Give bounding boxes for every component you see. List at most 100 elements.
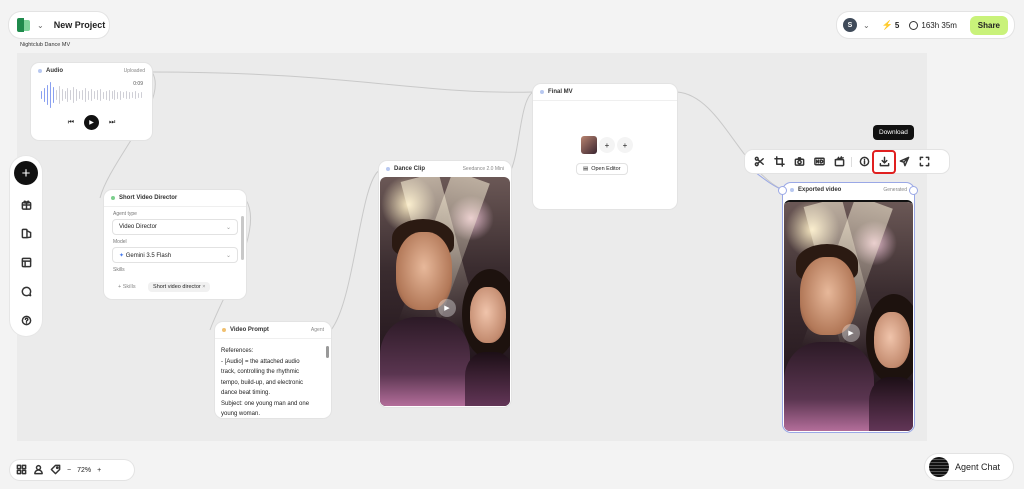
download-icon[interactable] <box>872 149 896 174</box>
dance-clip-video[interactable]: ▶ <box>380 177 510 406</box>
node-header: Audio Uploaded <box>31 63 152 79</box>
crop-icon[interactable] <box>769 152 789 172</box>
clock-icon <box>909 20 919 30</box>
waveform-bar <box>52 87 54 103</box>
waveform-bar <box>43 88 45 102</box>
exported-video-node[interactable]: Exported video Generated ▶ <box>783 183 914 432</box>
add-node-button[interactable]: + <box>14 161 38 185</box>
waveform-bar <box>85 88 86 102</box>
director-node[interactable]: Short Video Director Agent type Video Di… <box>104 190 246 299</box>
waveform-bar <box>135 91 136 99</box>
camera-icon[interactable] <box>789 152 809 172</box>
agent-chat-button[interactable]: Agent Chat <box>925 454 1013 480</box>
chevron-down-icon[interactable]: ⌄ <box>863 21 870 30</box>
add-skill-button[interactable]: + Skills <box>113 282 141 292</box>
open-editor-button[interactable]: ▤ Open Editor <box>576 163 628 175</box>
woman-dress <box>869 377 913 431</box>
assets-icon[interactable] <box>16 223 36 243</box>
hd-icon[interactable] <box>809 152 829 172</box>
man-face <box>800 257 856 335</box>
woman-face <box>874 312 910 368</box>
close-icon[interactable]: × <box>202 284 205 290</box>
status-dot <box>386 167 390 171</box>
waveform-bar <box>114 90 116 100</box>
agent-type-label: Agent type <box>113 211 137 217</box>
user-icon[interactable] <box>33 464 44 477</box>
waveform-bar <box>102 91 104 99</box>
waveform-bar <box>132 92 133 98</box>
waveform-bar <box>93 91 95 99</box>
audio-node[interactable]: Audio Uploaded 0:09 ⏮ ▶ ⏭ <box>31 63 152 140</box>
time-remaining-value: 163h 35m <box>921 20 957 30</box>
left-toolbar: + <box>10 156 42 336</box>
info-icon[interactable] <box>854 152 874 172</box>
add-clip-button[interactable]: + <box>617 137 633 153</box>
node-header: Dance Clip Seedance 2.0 Mini <box>379 161 511 177</box>
prompt-text[interactable]: References: - [Audio] = the attached aud… <box>215 344 331 418</box>
download-tooltip: Download <box>873 125 914 140</box>
audio-player-controls: ⏮ ▶ ⏭ <box>31 115 152 130</box>
node-title: Short Video Director <box>119 195 178 201</box>
help-icon[interactable] <box>16 310 36 330</box>
credits-badge[interactable]: ⚡ 5 <box>882 20 900 31</box>
skip-back-icon[interactable]: ⏮ <box>68 119 74 127</box>
clapper-icon[interactable] <box>829 152 849 172</box>
woman-face <box>470 287 506 343</box>
chevron-down-icon[interactable]: ⌄ <box>37 21 44 30</box>
waveform-bar <box>123 92 125 98</box>
output-handle[interactable] <box>909 186 918 195</box>
final-mv-node[interactable]: Final MV + + ▤ Open Editor <box>533 84 677 209</box>
add-clip-button[interactable]: + <box>599 137 615 153</box>
model-select[interactable]: ✦ Gemini 3.5 Flash ⌄ <box>112 247 238 263</box>
waveform-bar <box>49 82 51 108</box>
video-prompt-node[interactable]: Video Prompt Agent References: - [Audio]… <box>215 322 331 418</box>
scrollbar[interactable] <box>326 346 329 358</box>
play-button[interactable]: ▶ <box>84 115 99 130</box>
waveform-bar <box>99 89 101 101</box>
waveform-bar <box>67 88 69 102</box>
share-button[interactable]: Share <box>969 15 1008 35</box>
woman-dress <box>465 352 510 406</box>
model-label: Model <box>113 239 127 245</box>
avatar[interactable]: S <box>843 18 857 32</box>
waveform-bar <box>111 91 113 99</box>
gift-icon[interactable] <box>16 194 36 214</box>
waveform-bar <box>117 91 119 99</box>
man-face <box>396 232 452 310</box>
waveform-bar <box>41 91 42 99</box>
node-meta: Seedance 2.0 Mini <box>462 166 504 172</box>
project-title[interactable]: New Project <box>54 20 106 30</box>
node-header: Final MV <box>533 84 677 100</box>
input-handle[interactable] <box>778 186 787 195</box>
zoom-out-button[interactable]: − <box>67 467 71 474</box>
waveform-bar <box>129 91 131 99</box>
waveform-bar <box>55 90 57 100</box>
layout-icon[interactable] <box>16 252 36 272</box>
waveform-bar <box>108 89 110 101</box>
audio-timestamp: 0:09 <box>133 81 143 87</box>
waveform-bar <box>140 92 142 98</box>
send-icon[interactable] <box>894 152 914 172</box>
scissors-icon[interactable] <box>749 152 769 172</box>
fullscreen-icon[interactable] <box>914 152 934 172</box>
dance-clip-node[interactable]: Dance Clip Seedance 2.0 Mini ▶ <box>379 161 511 407</box>
credits-count: 5 <box>894 20 900 30</box>
node-title: Final MV <box>548 89 573 95</box>
agent-type-select[interactable]: Video Director ⌄ <box>112 219 238 235</box>
clip-thumbnail[interactable] <box>581 136 597 154</box>
chat-bubble-icon[interactable] <box>16 281 36 301</box>
skip-forward-icon[interactable]: ⏭ <box>109 119 115 127</box>
skill-chip[interactable]: Short video director × <box>148 282 211 292</box>
canvas-tag: Nightclub Dance MV <box>20 42 71 48</box>
node-title: Audio <box>46 68 63 74</box>
project-menu[interactable]: ⌄ New Project <box>9 12 109 38</box>
play-overlay-icon[interactable]: ▶ <box>438 299 456 317</box>
scrollbar[interactable] <box>241 216 244 260</box>
tag-icon[interactable] <box>50 464 61 477</box>
exported-video-player[interactable]: ▶ <box>784 200 913 431</box>
time-remaining: 163h 35m <box>909 20 957 30</box>
lightning-icon: ⚡ <box>881 19 893 30</box>
play-overlay-icon[interactable]: ▶ <box>842 324 860 342</box>
zoom-in-button[interactable]: + <box>97 467 101 474</box>
grid-icon[interactable] <box>16 464 27 477</box>
